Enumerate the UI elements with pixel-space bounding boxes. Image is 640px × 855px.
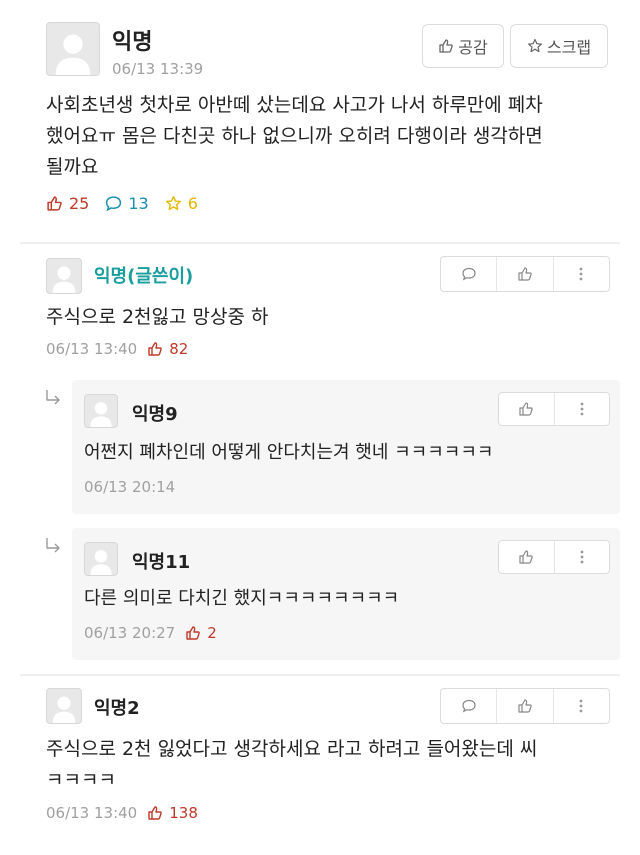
like-button-label: 공감 — [458, 38, 488, 57]
like-count: 25 — [69, 194, 90, 213]
thumbs-up-icon — [147, 341, 163, 357]
post-body-line: 될까요 — [46, 156, 99, 178]
comment-avatar — [46, 688, 82, 724]
reply-avatar — [84, 542, 118, 576]
thumbs-up-icon — [517, 698, 533, 714]
comment-actions — [440, 688, 610, 724]
thumbs-up-icon — [518, 549, 534, 565]
comment-actions — [440, 256, 610, 292]
thumbs-up-icon — [438, 38, 454, 54]
comment-bubble-icon — [461, 266, 477, 282]
post-stats: 25 13 6 — [46, 194, 198, 213]
scrap-count: 6 — [187, 194, 198, 213]
comment-text: 주식으로 2천잃고 망상중 하 — [46, 306, 269, 328]
comment-meta: 06/13 13:40 82 — [46, 340, 188, 358]
reply-time: 06/13 20:27 — [84, 624, 176, 642]
more-vertical-icon — [578, 266, 584, 282]
comment-text-line: ㅋㅋㅋㅋ — [46, 769, 116, 791]
reply-button[interactable] — [441, 257, 498, 291]
post-body: 사회초년생 첫차로 아반떼 샀는데요 사고가 나서 하루만에 폐차 했어요ㅠ 몸… — [46, 90, 626, 183]
thumbs-up-icon — [46, 195, 63, 212]
post-body-line: 했어요ㅠ 몸은 다친곳 하나 없으니까 오히려 다행이라 생각하면 — [46, 125, 543, 147]
comment-author-op: 익명(글쓴이) — [94, 266, 194, 287]
comment-author: 익명2 — [94, 698, 140, 719]
reply-avatar — [84, 394, 118, 428]
comment-meta: 06/13 13:40 138 — [46, 804, 198, 822]
comment-time: 06/13 13:40 — [46, 340, 138, 358]
reply-author: 익명11 — [132, 552, 191, 573]
more-vertical-icon — [578, 698, 584, 714]
more-button[interactable] — [554, 257, 609, 291]
thumbs-up-icon — [517, 266, 533, 282]
comment-time: 06/13 13:40 — [46, 804, 138, 822]
more-vertical-icon — [579, 549, 585, 565]
reply-actions — [498, 540, 610, 574]
reply-like-count: 2 — [207, 624, 217, 642]
reply-text: 다른 의미로 다치긴 했지ㅋㅋㅋㅋㅋㅋㅋㅋ — [84, 588, 400, 609]
reply: 익명9 어쩐지 폐차인데 어떻게 안다치는겨 햇네 ㅋㅋㅋㅋㅋㅋ 06/13 2… — [72, 380, 620, 514]
reply-like-button[interactable] — [499, 393, 555, 425]
divider — [20, 242, 620, 244]
comment-bubble-icon — [105, 195, 122, 212]
comment-text: 주식으로 2천 잃었다고 생각하세요 라고 하려고 들어왔는데 씨 ㅋㅋㅋㅋ — [46, 734, 537, 796]
post-body-line: 사회초년생 첫차로 아반떼 샀는데요 사고가 나서 하루만에 폐차 — [46, 94, 543, 116]
reply-button[interactable] — [441, 689, 498, 723]
more-button[interactable] — [554, 689, 609, 723]
star-icon — [165, 195, 182, 212]
more-button[interactable] — [555, 393, 610, 425]
comment-count: 13 — [128, 194, 149, 213]
more-vertical-icon — [579, 401, 585, 417]
comment-like-button[interactable] — [497, 257, 554, 291]
divider — [20, 674, 620, 676]
reply-actions — [498, 392, 610, 426]
reply-text: 어쩐지 폐차인데 어떻게 안다치는겨 햇네 ㅋㅋㅋㅋㅋㅋ — [84, 442, 494, 463]
reply-like-button[interactable] — [499, 541, 555, 573]
comment-bubble-icon — [461, 698, 477, 714]
reply-meta: 06/13 20:27 2 — [84, 624, 217, 642]
star-icon — [527, 38, 543, 54]
thumbs-up-icon — [185, 625, 201, 641]
reply-time: 06/13 20:14 — [84, 478, 176, 496]
reply-arrow-icon — [44, 536, 64, 560]
thumbs-up-icon — [518, 401, 534, 417]
comment-avatar — [46, 258, 82, 294]
more-button[interactable] — [555, 541, 610, 573]
reply: 익명11 다른 의미로 다치긴 했지ㅋㅋㅋㅋㅋㅋㅋㅋ 06/13 20:27 2 — [72, 528, 620, 660]
post-author: 익명 — [112, 30, 153, 55]
scrap-button[interactable]: 스크랩 — [510, 24, 608, 68]
post: 익명 06/13 13:39 공감 스크랩 사회초년생 첫차로 아반떼 샀는데요… — [0, 0, 640, 240]
scrap-button-label: 스크랩 — [546, 38, 592, 57]
comment-text-line: 주식으로 2천 잃었다고 생각하세요 라고 하려고 들어왔는데 씨 — [46, 738, 538, 760]
like-button[interactable]: 공감 — [422, 24, 504, 68]
comment-like-button[interactable] — [497, 689, 554, 723]
reply-arrow-icon — [44, 388, 64, 412]
thumbs-up-icon — [147, 805, 163, 821]
reply-author: 익명9 — [132, 404, 178, 425]
comment-like-count: 138 — [169, 804, 198, 822]
comment-like-count: 82 — [169, 340, 189, 358]
post-time: 06/13 13:39 — [112, 60, 204, 78]
post-avatar — [46, 22, 100, 76]
